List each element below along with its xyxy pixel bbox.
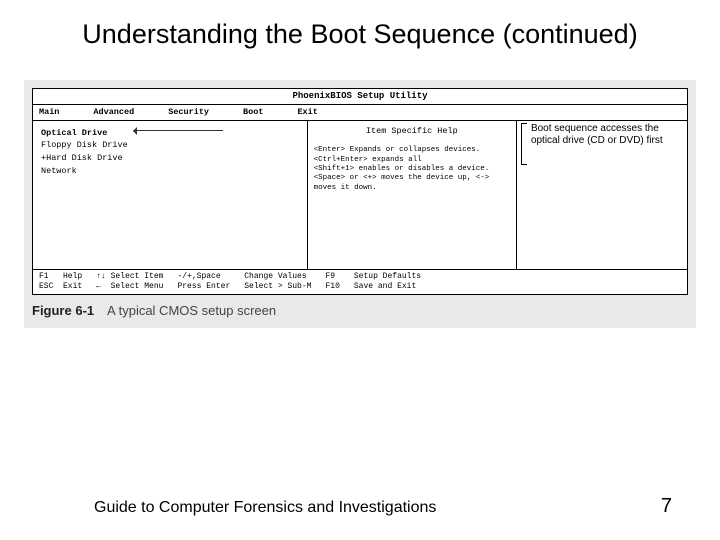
tab-security[interactable]: Security: [168, 107, 209, 118]
bios-title: PhoenixBIOS Setup Utility: [33, 89, 687, 105]
callout-text: Boot sequence accesses the optical drive…: [531, 123, 681, 148]
tab-exit[interactable]: Exit: [297, 107, 317, 118]
help-title: Item Specific Help: [314, 125, 510, 147]
boot-item-optical[interactable]: Optical Drive: [41, 127, 107, 140]
bios-footer: F1 Help ESC Exit ↑↓ Select Item ← Select…: [33, 269, 687, 294]
boot-item-floppy[interactable]: Floppy Disk Drive: [41, 139, 299, 152]
slide-title: Understanding the Boot Sequence (continu…: [0, 0, 720, 52]
help-panel: Item Specific Help <Enter> Expands or co…: [308, 121, 517, 269]
callout-panel: Boot sequence accesses the optical drive…: [517, 121, 687, 269]
footer-keys: -/+,Space Press Enter: [177, 272, 230, 292]
footer-actions: Change Values Select > Sub-M: [244, 272, 311, 292]
callout-bracket-icon: [521, 123, 527, 165]
callout-arrow-icon: [133, 126, 223, 135]
boot-order-list: Optical Drive Floppy Disk Drive +Hard Di…: [33, 121, 308, 269]
slide-footer: Guide to Computer Forensics and Investig…: [0, 495, 720, 518]
book-title: Guide to Computer Forensics and Investig…: [94, 499, 436, 517]
page-number: 7: [661, 495, 672, 518]
figure-caption-text: A typical CMOS setup screen: [107, 303, 276, 318]
boot-item-hdd[interactable]: +Hard Disk Drive: [41, 152, 299, 165]
figure-area: PhoenixBIOS Setup Utility Main Advanced …: [24, 80, 696, 328]
tab-main[interactable]: Main: [39, 107, 59, 118]
tab-advanced[interactable]: Advanced: [93, 107, 134, 118]
footer-help-exit: F1 Help ESC Exit: [39, 272, 82, 292]
figure-number: Figure 6-1: [32, 303, 94, 318]
help-text: <Enter> Expands or collapses devices. <C…: [314, 146, 510, 193]
bios-window: PhoenixBIOS Setup Utility Main Advanced …: [32, 88, 688, 295]
footer-fkeys: F9 F10: [325, 272, 339, 292]
bios-tab-bar: Main Advanced Security Boot Exit: [33, 105, 687, 121]
figure-caption: Figure 6-1 A typical CMOS setup screen: [32, 295, 688, 318]
footer-defaults: Setup Defaults Save and Exit: [354, 272, 421, 292]
tab-boot[interactable]: Boot: [243, 107, 263, 118]
footer-select: ↑↓ Select Item ← Select Menu: [96, 272, 163, 292]
boot-item-network[interactable]: Network: [41, 165, 299, 178]
bios-body: Optical Drive Floppy Disk Drive +Hard Di…: [33, 121, 687, 269]
